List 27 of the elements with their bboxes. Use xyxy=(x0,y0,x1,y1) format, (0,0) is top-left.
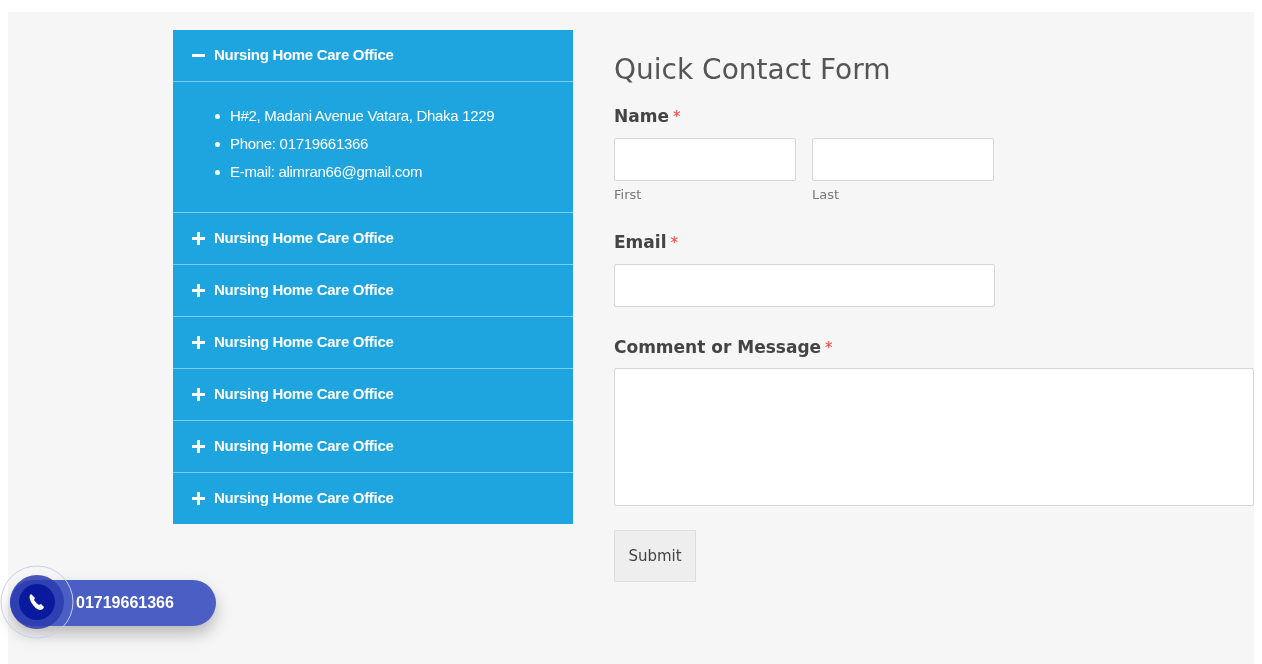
accordion-header[interactable]: Nursing Home Care Office xyxy=(173,421,573,472)
accordion-header[interactable]: Nursing Home Care Office xyxy=(173,213,573,264)
contact-detail: Phone: 01719661366 xyxy=(230,133,369,154)
required-mark: * xyxy=(670,233,678,254)
message-field[interactable] xyxy=(614,368,1254,506)
input-field[interactable] xyxy=(614,263,995,307)
field-label: Email xyxy=(614,231,667,254)
accordion-header[interactable]: Nursing Home Care Office xyxy=(173,369,573,420)
required-mark: * xyxy=(672,107,681,128)
accordion-header[interactable]: Nursing Home Care Office xyxy=(173,265,573,316)
contact-detail: E-mail: alimran66@gmail.com xyxy=(230,161,423,182)
field-label: Comment or Message xyxy=(614,335,822,359)
input-field[interactable] xyxy=(812,137,994,181)
bullet-icon xyxy=(215,169,220,175)
contact-detail: H#2, Madani Avenue Vatara, Dhaka 1229 xyxy=(230,105,495,126)
submit-button[interactable]: Submit xyxy=(614,530,696,582)
field-label: Name xyxy=(614,105,669,128)
bullet-icon xyxy=(215,141,220,147)
field-sublabel: Last xyxy=(812,185,841,204)
required-mark: * xyxy=(825,337,833,359)
accordion-header[interactable]: Nursing Home Care Office xyxy=(173,317,573,368)
bullet-icon xyxy=(215,113,220,119)
accordion-header[interactable]: Nursing Home Care Office xyxy=(173,473,573,524)
accordion-header[interactable]: Nursing Home Care Office xyxy=(173,30,573,81)
form-title: Quick Contact Form xyxy=(614,52,892,88)
field-sublabel: First xyxy=(614,185,643,204)
input-field[interactable] xyxy=(614,137,796,181)
